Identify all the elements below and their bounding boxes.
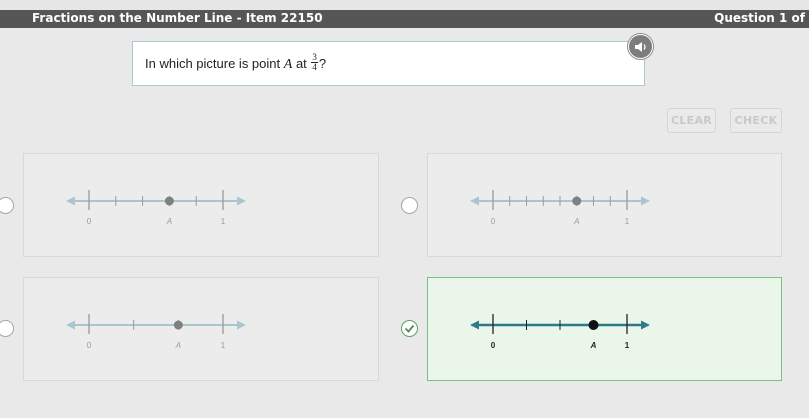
label-zero: 0 [86, 341, 92, 350]
number-line [66, 314, 246, 334]
label-point-a: A [574, 217, 580, 226]
left-arrow-icon [66, 320, 75, 330]
choice-2-radio[interactable] [401, 197, 418, 214]
label-zero: 0 [490, 341, 496, 350]
title-bar: Fractions on the Number Line - Item 2215… [0, 10, 809, 28]
choice-4-radio[interactable] [401, 320, 418, 337]
question-prefix: In which picture is point [145, 55, 281, 71]
audio-button[interactable] [628, 34, 653, 59]
speaker-icon [635, 42, 646, 52]
answer-choice-2[interactable]: 0 A 1 [427, 153, 782, 257]
point-a-marker [164, 196, 174, 206]
number-line [66, 190, 246, 210]
fraction-denominator: 4 [312, 62, 317, 72]
right-arrow-icon [237, 320, 246, 330]
label-point-a: A [590, 341, 597, 350]
label-point-a: A [175, 341, 181, 350]
point-a-marker [572, 196, 582, 206]
label-one: 1 [624, 217, 630, 226]
point-a-marker [173, 320, 183, 330]
check-button[interactable]: CHECK [730, 108, 782, 133]
right-arrow-icon [641, 196, 650, 206]
question-connector: at [295, 55, 307, 71]
number-line [470, 314, 650, 334]
number-line [470, 190, 650, 210]
label-one: 1 [624, 341, 630, 350]
left-arrow-icon [470, 196, 479, 206]
point-a-marker [588, 320, 599, 330]
checkmark-icon [404, 324, 415, 333]
label-one: 1 [220, 217, 226, 226]
label-point-a: A [166, 217, 173, 226]
question-suffix: ? [318, 55, 327, 71]
label-zero: 0 [490, 217, 496, 226]
answer-choice-1[interactable]: 0 A 1 [23, 153, 379, 257]
question-counter: Question 1 of [714, 11, 805, 25]
label-one: 1 [220, 341, 226, 350]
question-point-name: A [283, 56, 293, 72]
choice-1-radio[interactable] [0, 197, 14, 214]
item-title: Fractions on the Number Line - Item 2215… [32, 11, 323, 25]
choice-3-radio[interactable] [0, 320, 14, 337]
question-prompt-box: In which picture is point A at 3 4 ? [132, 41, 645, 86]
question-fraction: 3 4 [311, 53, 318, 72]
answer-choice-3[interactable]: 0 A 1 [23, 277, 379, 381]
label-zero: 0 [86, 217, 92, 226]
left-arrow-icon [66, 196, 75, 206]
right-arrow-icon [641, 320, 650, 330]
answer-choice-4[interactable]: 0 A 1 [427, 277, 782, 381]
clear-button[interactable]: CLEAR [667, 108, 716, 133]
left-arrow-icon [470, 320, 479, 330]
question-text: In which picture is point A at 3 4 ? [145, 53, 327, 74]
right-arrow-icon [237, 196, 246, 206]
